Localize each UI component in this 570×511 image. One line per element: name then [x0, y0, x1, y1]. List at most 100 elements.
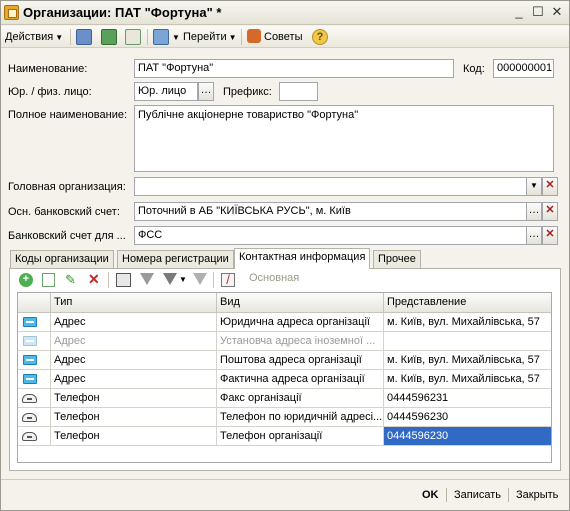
add-icon[interactable]: + [19, 273, 33, 287]
entity-type-field[interactable]: Юр. лицо [134, 82, 198, 101]
table-row[interactable]: Адрес Фактична адреса організації м. Київ,… [18, 370, 551, 389]
phone-icon [22, 413, 37, 422]
delete-icon[interactable]: ✕ [88, 271, 100, 288]
main-bank-account-clear-icon[interactable]: ✕ [542, 202, 558, 221]
column-header-kind[interactable]: Вид [217, 293, 384, 313]
tab-contact-info[interactable]: Контактная информация [234, 248, 371, 269]
representation-cell[interactable]: 0444596230 [384, 408, 551, 427]
table-row[interactable]: Адрес Поштова адреса організації м. Київ, … [18, 351, 551, 370]
bank-account-for-clear-icon[interactable]: ✕ [542, 226, 558, 245]
actions-menu[interactable]: Действия ▼ [5, 29, 63, 45]
copy-document-icon[interactable] [125, 29, 141, 45]
copy-row-icon[interactable] [42, 273, 55, 287]
representation-cell[interactable]: 0444596231 [384, 389, 551, 408]
row-icon-cell [18, 370, 51, 389]
tips-icon [247, 29, 261, 43]
chevron-down-icon[interactable]: ▼ [172, 33, 180, 42]
table-row[interactable]: Телефон Телефон організації 0444596230 [18, 427, 551, 446]
phone-icon [22, 394, 37, 403]
table-row[interactable]: Телефон Телефон по юридичній адресі... 044… [18, 408, 551, 427]
representation-cell[interactable] [384, 332, 551, 351]
kind-cell[interactable]: Установча адреса іноземної ... [217, 332, 384, 351]
kind-cell[interactable]: Поштова адреса організації [217, 351, 384, 370]
tips-button[interactable]: Советы [247, 29, 302, 45]
representation-cell[interactable]: м. Київ, вул. Михайлівська, 57 [384, 313, 551, 332]
chevron-down-icon: ▼ [55, 33, 64, 42]
based-on-icon[interactable] [153, 29, 169, 45]
full-name-textarea[interactable]: Публічне акціонерне товариство "Фортуна" [134, 105, 554, 172]
parent-org-field[interactable] [134, 177, 527, 196]
tab-organization-codes[interactable]: Коды организации [10, 250, 114, 268]
close-button[interactable]: Закрыть [516, 487, 558, 503]
column-header-type[interactable]: Тип [51, 293, 217, 313]
save-button[interactable]: Записать [454, 487, 501, 503]
phone-icon [22, 432, 37, 441]
title-bar[interactable]: Организации: ПАТ "Фортуна" * _ ☐ ✕ [1, 1, 569, 25]
toolbar-divider [70, 29, 71, 45]
table-row[interactable]: Телефон Факс організації 0444596231 [18, 389, 551, 408]
type-cell[interactable]: Адрес [51, 351, 217, 370]
tab-registration-numbers[interactable]: Номера регистрации [117, 250, 234, 268]
kind-cell[interactable]: Фактична адреса організації [217, 370, 384, 389]
set-main-label[interactable]: Основная [249, 272, 299, 284]
name-field[interactable]: ПАТ "Фортуна" [134, 59, 454, 78]
toolbar-divider [108, 272, 109, 288]
address-icon [23, 317, 37, 327]
main-bank-account-select-button[interactable]: … [526, 202, 542, 221]
kind-cell[interactable]: Факс організації [217, 389, 384, 408]
parent-org-clear-icon[interactable]: ✕ [542, 177, 558, 196]
tips-label: Советы [264, 31, 303, 43]
footer-divider [508, 488, 509, 502]
set-main-icon[interactable]: / [221, 273, 235, 287]
organization-form-window: Организации: ПАТ "Фортуна" * _ ☐ ✕ Дейст… [0, 0, 570, 511]
goto-menu-label: Перейти [183, 31, 227, 43]
minimize-button[interactable]: _ [511, 4, 527, 20]
help-icon[interactable]: ? [312, 29, 328, 45]
kind-cell[interactable]: Телефон по юридичній адресі... [217, 408, 384, 427]
representation-cell[interactable]: 0444596230 [384, 427, 551, 446]
chevron-down-icon[interactable]: ▼ [179, 275, 187, 284]
clear-filter-icon[interactable] [193, 273, 207, 285]
bank-account-for-select-button[interactable]: … [526, 226, 542, 245]
filter-icon[interactable] [140, 273, 154, 285]
toolbar-divider [213, 272, 214, 288]
type-cell[interactable]: Телефон [51, 389, 217, 408]
main-bank-account-field[interactable]: Поточний в АБ "КИЇВСЬКА РУСЬ", м. Київ [134, 202, 527, 221]
ok-button[interactable]: OK [422, 487, 439, 503]
tab-other[interactable]: Прочее [373, 250, 421, 268]
representation-cell[interactable]: м. Київ, вул. Михайлівська, 57 [384, 351, 551, 370]
toolbar-divider [147, 29, 148, 45]
edit-icon[interactable]: ✎ [65, 272, 76, 288]
address-icon [23, 336, 37, 346]
column-header-representation[interactable]: Представление [384, 293, 551, 313]
footer-divider [446, 488, 447, 502]
prefix-field[interactable] [279, 82, 318, 101]
toolbar-divider [241, 29, 242, 45]
goto-menu[interactable]: Перейти ▼ [183, 29, 237, 45]
bank-account-for-field[interactable]: ФСС [134, 226, 527, 245]
representation-cell[interactable]: м. Київ, вул. Михайлівська, 57 [384, 370, 551, 389]
row-icon-cell [18, 313, 51, 332]
type-cell[interactable]: Адрес [51, 313, 217, 332]
type-cell[interactable]: Телефон [51, 427, 217, 446]
filter-settings-icon[interactable] [163, 273, 177, 285]
close-window-button[interactable]: ✕ [549, 4, 565, 20]
main-bank-account-label: Осн. банковский счет: [8, 206, 120, 218]
maximize-button[interactable]: ☐ [530, 4, 546, 20]
type-cell[interactable]: Адрес [51, 332, 217, 351]
entity-type-select-button[interactable]: … [198, 82, 214, 101]
kind-cell[interactable]: Телефон організації [217, 427, 384, 446]
parent-org-dropdown-icon[interactable]: ▼ [526, 177, 542, 196]
save-and-close-icon[interactable] [76, 29, 92, 45]
kind-cell[interactable]: Юридична адреса організації [217, 313, 384, 332]
refresh-icon[interactable] [101, 29, 117, 45]
table-row[interactable]: Адрес Юридична адреса організації м. Київ,… [18, 313, 551, 332]
type-cell[interactable]: Телефон [51, 408, 217, 427]
filter-by-value-icon[interactable] [116, 273, 131, 287]
type-cell[interactable]: Адрес [51, 370, 217, 389]
entity-type-label: Юр. / физ. лицо: [8, 86, 92, 98]
code-field[interactable]: 000000001 [493, 59, 554, 78]
table-row[interactable]: Адрес Установча адреса іноземної ... [18, 332, 551, 351]
row-icon-cell [18, 332, 51, 351]
actions-menu-label: Действия [5, 31, 54, 43]
